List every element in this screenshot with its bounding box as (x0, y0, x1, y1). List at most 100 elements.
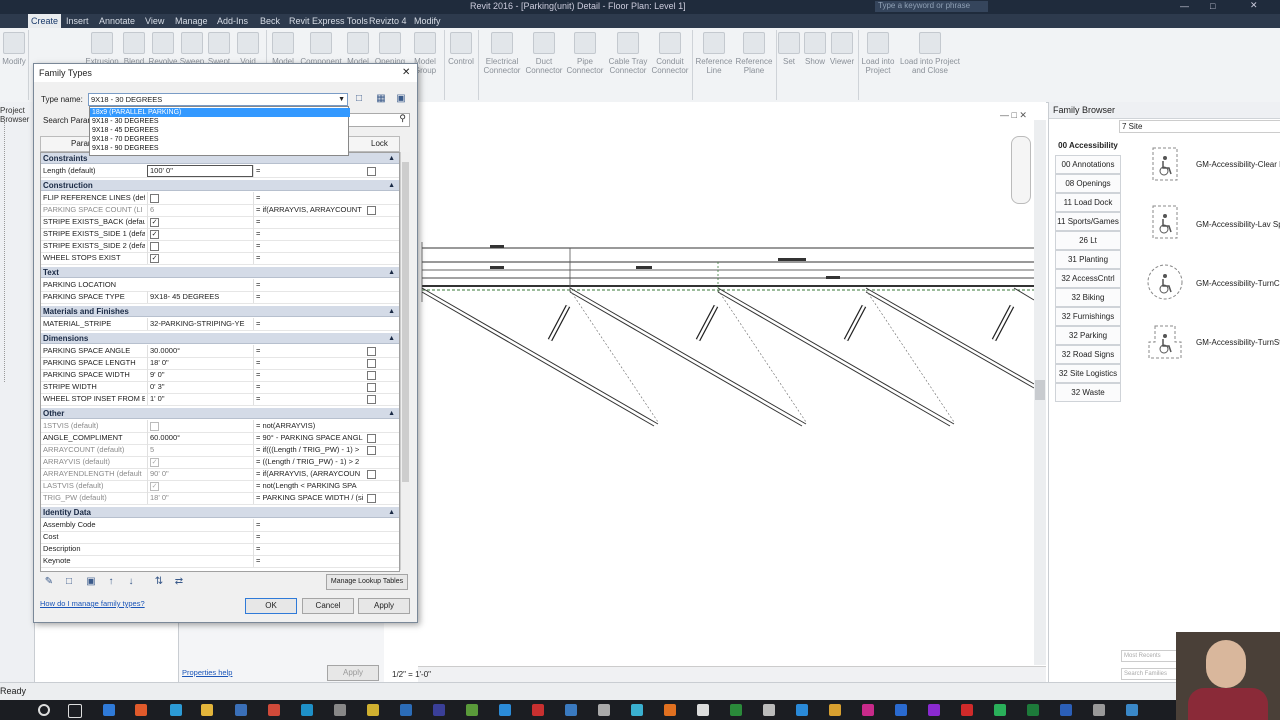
parameter-checkbox[interactable]: ✓ (150, 253, 159, 263)
app-icon-21[interactable] (928, 704, 940, 716)
parameter-value[interactable]: 30.0000° (147, 345, 252, 357)
properties-help-link[interactable]: Properties help (182, 668, 232, 677)
parameter-value[interactable] (147, 192, 252, 204)
app-icon-4[interactable] (334, 704, 346, 716)
maximize-icon[interactable]: □ (1210, 1, 1215, 11)
accessibility-turn-circle-icon[interactable] (1145, 262, 1185, 302)
file-explorer-icon[interactable] (201, 704, 213, 716)
app-icon-24[interactable] (1093, 704, 1105, 716)
group-header[interactable]: Materials and Finishes ▲ (41, 306, 399, 317)
lock-checkbox[interactable] (367, 167, 376, 176)
app-icon-16[interactable] (763, 704, 775, 716)
lock-checkbox[interactable] (367, 359, 376, 368)
delete-type-icon[interactable]: ▣ (394, 92, 408, 106)
sweep-button[interactable]: Sweep (178, 32, 206, 66)
parameter-value[interactable]: 100' 0" (147, 165, 253, 177)
app-icon-3[interactable] (301, 704, 313, 716)
parameter-value[interactable]: 6 (147, 204, 252, 216)
view-scale[interactable]: 1/2" = 1'-0" (392, 670, 431, 679)
ok-button[interactable]: OK (245, 598, 297, 614)
category-accesscntrl[interactable]: 32 AccessCntrl (1055, 269, 1121, 288)
family-item-clear-floor[interactable]: GM-Accessibility-Clear Fl (1196, 160, 1280, 169)
parameter-formula[interactable]: = (253, 279, 364, 291)
category-waste[interactable]: 32 Waste (1055, 383, 1121, 402)
tab-revit-express-tools[interactable]: Revit Express Tools (289, 14, 368, 28)
parameter-formula[interactable]: = (253, 240, 364, 252)
parameter-value[interactable]: 32-PARKING-STRIPING-YE (147, 318, 252, 330)
category-accessibility[interactable]: 00 Accessibility (1055, 136, 1121, 155)
rename-type-icon[interactable]: ▦ (374, 92, 388, 106)
parameter-checkbox[interactable] (150, 421, 159, 431)
app-icon-10[interactable] (565, 704, 577, 716)
family-item-turn-circle[interactable]: GM-Accessibility-TurnCi (1196, 279, 1280, 288)
parameter-value[interactable]: 90' 0" (147, 468, 252, 480)
parameter-formula[interactable]: = PARKING SPACE WIDTH / (si (253, 492, 364, 504)
collapse-icon[interactable]: ▲ (388, 333, 395, 344)
accessibility-clear-floor-icon[interactable] (1145, 144, 1185, 184)
dropdown-option[interactable]: 9X18 - 30 DEGREES (90, 117, 350, 126)
parameter-formula[interactable]: = if(ARRAYVIS, (ARRAYCOUN (253, 468, 364, 480)
parameter-value[interactable]: ✓ (147, 456, 252, 468)
parameter-formula[interactable]: = not(Length < PARKING SPA (253, 480, 364, 492)
lock-checkbox[interactable] (367, 347, 376, 356)
collapse-icon[interactable]: ▲ (388, 408, 395, 419)
model-text-button[interactable]: Model (344, 32, 372, 66)
parameter-formula[interactable]: = (253, 369, 364, 381)
tab-beck[interactable]: Beck (260, 14, 280, 28)
sort-ascending-icon[interactable]: ⇅ (152, 575, 166, 589)
conduit-connector-button[interactable]: Conduit Connector (650, 32, 690, 75)
parameter-row[interactable]: TRIG_PW (default) 18' 0" = PARKING SPACE W… (41, 492, 399, 505)
parameter-value[interactable]: 5 (147, 444, 252, 456)
navigation-bar[interactable] (1011, 136, 1031, 204)
app-icon-5[interactable] (367, 704, 379, 716)
tab-revizto[interactable]: Revizto 4 (369, 14, 407, 28)
opening-button[interactable]: Opening (372, 32, 408, 66)
set-workplane-button[interactable]: Set (778, 32, 800, 66)
chevron-down-icon[interactable]: ▼ (338, 94, 345, 105)
parameter-row[interactable]: WHEEL STOP INSET FROM B 1' 0" = (41, 393, 399, 406)
parameter-formula[interactable]: = (253, 555, 364, 567)
extrusion-button[interactable]: Extrusion (84, 32, 120, 66)
lock-checkbox[interactable] (367, 206, 376, 215)
tab-add-ins[interactable]: Add-Ins (217, 14, 248, 28)
lock-checkbox[interactable] (367, 470, 376, 479)
drawing-canvas[interactable]: — □ ✕ 1/2" = 1'-0" (392, 102, 1046, 683)
lock-checkbox[interactable] (367, 383, 376, 392)
app-icon-17[interactable] (796, 704, 808, 716)
parameter-checkbox[interactable] (150, 193, 159, 203)
parameter-value[interactable]: 60.0000° (147, 432, 252, 444)
viewer-button[interactable]: Viewer (828, 32, 856, 66)
tab-insert[interactable]: Insert (66, 14, 89, 28)
collapse-icon[interactable]: ▲ (388, 267, 395, 278)
app-icon-7[interactable] (466, 704, 478, 716)
parameter-formula[interactable]: = (253, 381, 364, 393)
dropdown-option[interactable]: 9X18 - 45 DEGREES (90, 126, 350, 135)
parameter-formula[interactable]: = (253, 393, 364, 405)
reference-line-button[interactable]: Reference Line (694, 32, 734, 75)
app-icon-9[interactable] (532, 704, 544, 716)
parameter-formula[interactable]: = (253, 543, 364, 555)
dropdown-option[interactable]: 9X18 - 90 DEGREES (90, 144, 350, 153)
parameter-value[interactable] (147, 420, 252, 432)
cancel-button[interactable]: Cancel (302, 598, 354, 614)
accessibility-turn-space-icon[interactable] (1145, 322, 1185, 362)
category-openings[interactable]: 08 Openings (1055, 174, 1121, 193)
parameter-row[interactable]: Keynote = (41, 555, 399, 568)
app-icon-8[interactable] (499, 704, 511, 716)
parameter-formula[interactable]: = (253, 357, 364, 369)
manage-lookup-tables-button[interactable]: Manage Lookup Tables (326, 574, 408, 590)
app-icon-23[interactable] (994, 704, 1006, 716)
type-name-combobox[interactable]: 9X18 - 30 DEGREES ▼ (88, 93, 348, 106)
help-search-input[interactable]: Type a keyword or phrase (875, 1, 988, 12)
modify-tool[interactable]: Modify (2, 32, 26, 66)
category-site-logistics[interactable]: 32 Site Logistics (1055, 364, 1121, 383)
family-item-lav-space[interactable]: GM-Accessibility-Lav Spa (1196, 220, 1280, 229)
parameter-value[interactable]: ✓ (147, 216, 252, 228)
parameter-formula[interactable]: = 90° - PARKING SPACE ANGL (253, 432, 364, 444)
app-icon-25[interactable] (1126, 704, 1138, 716)
tab-view[interactable]: View (145, 14, 164, 28)
parameter-value[interactable]: ✓ (147, 252, 252, 264)
category-load-dock[interactable]: 11 Load Dock (1055, 193, 1121, 212)
group-header[interactable]: Dimensions ▲ (41, 333, 399, 344)
chrome-icon[interactable] (135, 704, 147, 716)
